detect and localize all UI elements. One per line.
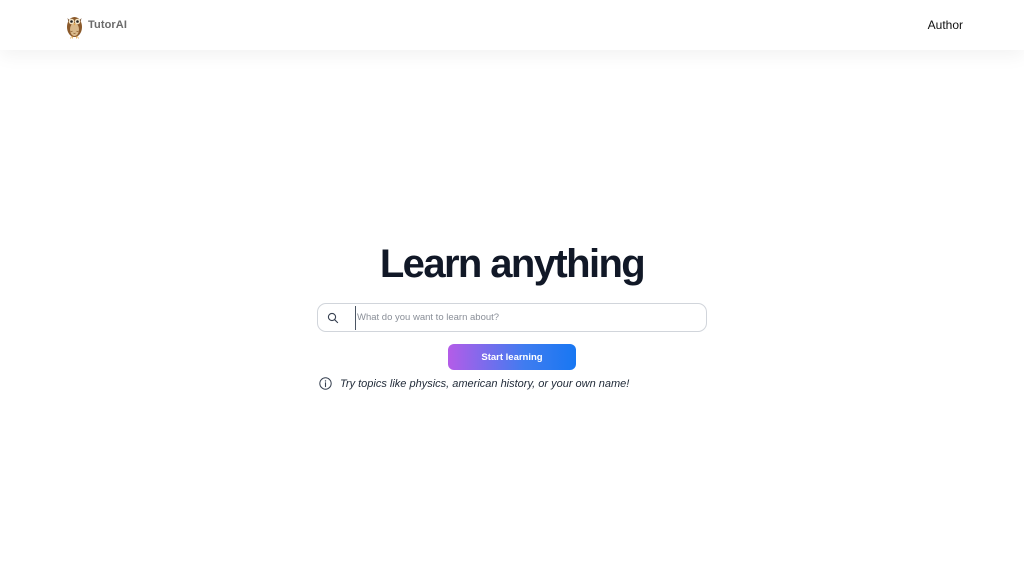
search-input[interactable] [355,305,685,330]
author-link[interactable]: Author [928,18,963,32]
start-learning-button[interactable]: Start learning [448,344,576,370]
page-title: Learn anything [379,242,646,286]
topic-hint: Try topics like physics, american histor… [319,377,629,390]
search-box [317,303,707,332]
brand-name: TutorAI [88,19,127,31]
search-icon [327,312,339,323]
top-navbar: TutorAI Author [0,0,1024,50]
owl-logo-icon [67,17,82,39]
hint-text: Try topics like physics, american histor… [340,377,630,390]
info-icon [319,377,332,390]
brand-logo-link[interactable]: TutorAI [65,11,127,39]
